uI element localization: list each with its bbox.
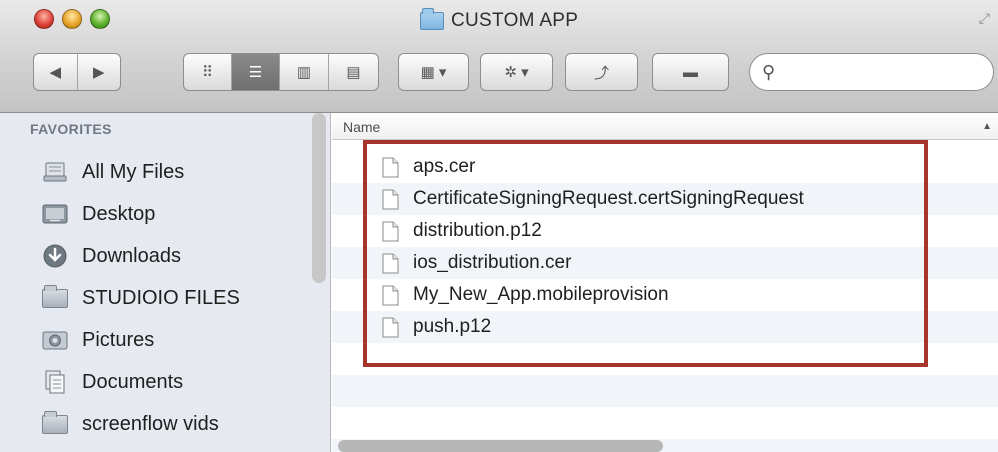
- minimize-window-button[interactable]: [62, 9, 82, 29]
- arrange-button[interactable]: ▦ ▾: [398, 53, 469, 91]
- sidebar-item-label: Documents: [82, 370, 184, 393]
- empty-row: [332, 407, 998, 439]
- back-forward-control: ◀ ▶: [33, 53, 121, 91]
- annotation-highlight-box: [363, 140, 928, 367]
- forward-button[interactable]: ▶: [78, 54, 121, 90]
- sidebar-item-label: screenflow vids: [82, 412, 219, 435]
- horizontal-scrollbar[interactable]: [338, 440, 663, 452]
- window-title-area: CUSTOM APP: [420, 8, 579, 33]
- pictures-icon: [42, 329, 68, 351]
- close-window-button[interactable]: [34, 9, 54, 29]
- folder-icon: [42, 284, 68, 309]
- folder-icon: [42, 410, 68, 435]
- sidebar-item-screenflow-vids[interactable]: screenflow vids: [0, 403, 310, 445]
- finder-window: CUSTOM APP ⤢ ◀ ▶ ⠿ ☰ ▥ ▤ ▦ ▾ ✲ ▾ ⤴ ▬ ⚲ F…: [0, 0, 998, 452]
- sidebar-item-downloads[interactable]: Downloads: [0, 235, 310, 277]
- window-title: CUSTOM APP: [451, 10, 579, 31]
- list-view-button[interactable]: ☰: [232, 54, 280, 90]
- sidebar-item-label: STUDIOIO FILES: [82, 286, 240, 309]
- sidebar-item-desktop[interactable]: Desktop: [0, 193, 310, 235]
- fullscreen-icon[interactable]: ⤢: [979, 10, 990, 27]
- sidebar-item-studioio-files[interactable]: STUDIOIO FILES: [0, 277, 310, 319]
- view-mode-control: ⠿ ☰ ▥ ▤: [183, 53, 379, 91]
- title-bar: CUSTOM APP ⤢ ◀ ▶ ⠿ ☰ ▥ ▤ ▦ ▾ ✲ ▾ ⤴ ▬ ⚲: [0, 0, 998, 113]
- action-button[interactable]: ✲ ▾: [480, 53, 553, 91]
- sidebar-heading: FAVORITES: [30, 121, 112, 137]
- sidebar: FAVORITES All My Files Desktop Downloads…: [0, 113, 331, 452]
- search-field[interactable]: ⚲: [749, 53, 994, 91]
- column-header-label: Name: [343, 119, 381, 135]
- share-button[interactable]: ⤴: [565, 53, 638, 91]
- sidebar-scrollbar[interactable]: [312, 113, 326, 283]
- downloads-icon: [42, 244, 68, 268]
- desktop-icon: [42, 203, 68, 225]
- folder-icon: [420, 8, 444, 30]
- name-column-header[interactable]: Name ▲: [332, 113, 998, 140]
- column-view-button[interactable]: ▥: [280, 54, 329, 90]
- tag-button[interactable]: ▬: [652, 53, 729, 91]
- search-icon: ⚲: [762, 61, 776, 82]
- sidebar-item-label: Desktop: [82, 202, 156, 225]
- file-list-pane: Name ▲ aps.cer CertificateSigningRequest…: [332, 113, 998, 452]
- sidebar-item-label: Pictures: [82, 328, 155, 351]
- sort-ascending-icon: ▲: [982, 121, 992, 132]
- documents-icon: [42, 370, 68, 394]
- favorites-list: All My Files Desktop Downloads STUDIOIO …: [0, 151, 310, 445]
- all-files-icon: [42, 161, 68, 183]
- sidebar-item-pictures[interactable]: Pictures: [0, 319, 310, 361]
- search-input[interactable]: [781, 63, 972, 81]
- empty-row: [332, 375, 998, 407]
- sidebar-item-all-my-files[interactable]: All My Files: [0, 151, 310, 193]
- back-button[interactable]: ◀: [34, 54, 78, 90]
- icon-view-button[interactable]: ⠿: [184, 54, 232, 90]
- sidebar-item-label: Downloads: [82, 244, 181, 267]
- sidebar-item-documents[interactable]: Documents: [0, 361, 310, 403]
- zoom-window-button[interactable]: [90, 9, 110, 29]
- sidebar-item-label: All My Files: [82, 160, 185, 183]
- coverflow-view-button[interactable]: ▤: [329, 54, 378, 90]
